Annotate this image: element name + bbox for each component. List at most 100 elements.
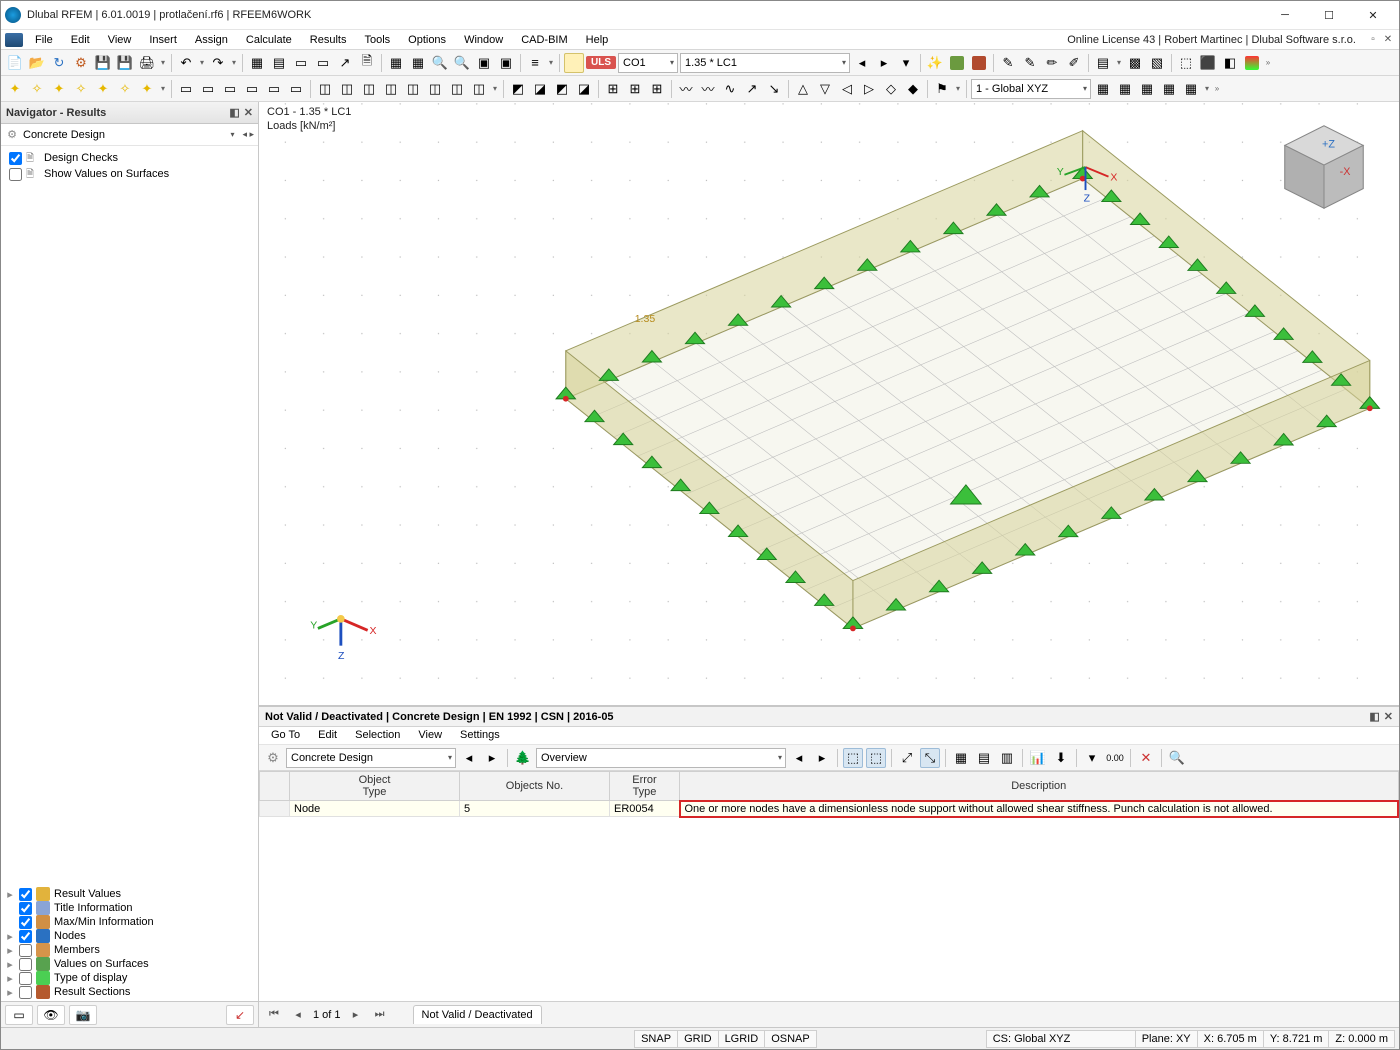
p5-icon[interactable]: ◫ [403, 79, 423, 99]
c3-icon[interactable]: ◁ [837, 79, 857, 99]
last-page-icon[interactable]: ⏭ [371, 1008, 389, 1021]
chart-icon[interactable]: 📊 [1028, 748, 1048, 768]
menu-tools[interactable]: Tools [356, 32, 398, 48]
check-members[interactable] [19, 944, 32, 957]
star-icon[interactable]: ✦ [5, 79, 25, 99]
sc-icon[interactable]: ▭ [220, 79, 240, 99]
camera-icon[interactable]: 📷 [69, 1005, 97, 1025]
uls-badge[interactable]: ULS [586, 56, 616, 69]
hatch2-icon[interactable]: ▧ [1147, 53, 1167, 73]
m4-icon[interactable]: ◪ [574, 79, 594, 99]
p2-icon[interactable]: ◫ [337, 79, 357, 99]
cbox-icon[interactable] [564, 53, 584, 73]
p8-icon[interactable]: ◫ [469, 79, 489, 99]
menu-results[interactable]: Results [302, 32, 355, 48]
menu-window[interactable]: Window [456, 32, 511, 48]
expand-icon[interactable]: ▸ [5, 888, 15, 901]
menu-assign[interactable]: Assign [187, 32, 236, 48]
cube3-icon[interactable]: ◧ [1220, 53, 1240, 73]
cube-icon[interactable]: ⬚ [1176, 53, 1196, 73]
fit2-icon[interactable]: ⤡ [920, 748, 940, 768]
close-lower-icon[interactable]: ✕ [1384, 710, 1393, 723]
p7-icon[interactable]: ◫ [447, 79, 467, 99]
fit1-icon[interactable]: ⤢ [897, 748, 917, 768]
mdi-restore-icon[interactable]: ▫ [1366, 33, 1380, 47]
dz2-icon[interactable]: ▣ [496, 53, 516, 73]
next-page-icon[interactable]: ▸ [347, 1008, 365, 1021]
star7-icon[interactable]: ✦ [137, 79, 157, 99]
m1-icon[interactable]: ◩ [508, 79, 528, 99]
se-icon[interactable]: ▭ [264, 79, 284, 99]
sf-icon[interactable]: ▭ [286, 79, 306, 99]
table-row[interactable]: Node 5 ER0054 One or more nodes have a d… [260, 801, 1399, 817]
m3-icon[interactable]: ◩ [552, 79, 572, 99]
star2-icon[interactable]: ✧ [27, 79, 47, 99]
grid-icon[interactable]: ▤ [269, 53, 289, 73]
snap-toggle[interactable]: SNAP [634, 1030, 678, 1048]
p3-icon[interactable]: ◫ [359, 79, 379, 99]
osnap-toggle[interactable]: OSNAP [764, 1030, 817, 1048]
p1-icon[interactable]: ◫ [315, 79, 335, 99]
menu-edit[interactable]: Edit [63, 32, 98, 48]
table-icon[interactable]: ▦ [247, 53, 267, 73]
sb-icon[interactable]: ▭ [198, 79, 218, 99]
viewport-3d[interactable]: CO1 - 1.35 * LC1 Loads [kN/m²] [259, 102, 1399, 705]
minimize-button[interactable]: ─ [1263, 1, 1307, 29]
calc2-icon[interactable]: ▦ [408, 53, 428, 73]
lower-menu-go-to[interactable]: Go To [263, 727, 308, 744]
refresh-icon[interactable]: ↻ [49, 53, 69, 73]
expand-icon[interactable]: ▸ [5, 944, 15, 957]
menu-options[interactable]: Options [400, 32, 454, 48]
dz-icon[interactable]: ▣ [474, 53, 494, 73]
cs2-icon[interactable]: ▦ [1115, 79, 1135, 99]
maximize-button[interactable]: ☐ [1307, 1, 1351, 29]
navigation-cube[interactable]: -X +Z [1275, 118, 1373, 216]
arrow-icon[interactable]: ↗ [742, 79, 762, 99]
check-type-of-display[interactable] [19, 972, 32, 985]
tab-not-valid[interactable]: Not Valid / Deactivated [413, 1005, 542, 1024]
load-expr-combo[interactable]: 1.35 * LC1▾ [680, 53, 850, 73]
tool-b-icon[interactable] [969, 53, 989, 73]
expand-icon[interactable]: ▸ [5, 972, 15, 985]
zoom2-icon[interactable]: 🔍 [452, 53, 472, 73]
overview-combo[interactable]: Overview▾ [536, 748, 786, 768]
out-icon[interactable]: ↗ [335, 53, 355, 73]
gear-icon[interactable]: ⚙ [71, 53, 91, 73]
c4-icon[interactable]: ▷ [859, 79, 879, 99]
hatch-icon[interactable]: ▩ [1125, 53, 1145, 73]
tb1-icon[interactable]: ▦ [951, 748, 971, 768]
nav-icon[interactable]: ▭ [291, 53, 311, 73]
load-case-combo[interactable]: CO1▾ [618, 53, 678, 73]
gt2-icon[interactable]: ⊞ [625, 79, 645, 99]
p6-icon[interactable]: ◫ [425, 79, 445, 99]
num-icon[interactable]: 0.00 [1105, 748, 1125, 768]
first-page-icon[interactable]: ⏮ [265, 1008, 283, 1021]
search-icon[interactable]: 🔍 [1167, 748, 1187, 768]
grid-toggle[interactable]: GRID [677, 1030, 719, 1048]
lgrid-toggle[interactable]: LGRID [718, 1030, 766, 1048]
results-table[interactable]: Object Type Objects No. Error Type Descr… [259, 771, 1399, 818]
gt1-icon[interactable]: ⊞ [603, 79, 623, 99]
check-nodes[interactable] [19, 930, 32, 943]
check-design-checks[interactable] [9, 152, 22, 165]
cs4-icon[interactable]: ▦ [1159, 79, 1179, 99]
edit-c-icon[interactable]: ✏ [1042, 53, 1062, 73]
sel2-icon[interactable]: ⬚ [866, 748, 886, 768]
eye-icon[interactable]: 👁 [37, 1005, 65, 1025]
oprev-icon[interactable]: ◂ [789, 748, 809, 768]
p4-icon[interactable]: ◫ [381, 79, 401, 99]
save-icon[interactable]: 💾 [93, 53, 113, 73]
check-result-values[interactable] [19, 888, 32, 901]
panel-icon[interactable]: ▭ [313, 53, 333, 73]
lprev-icon[interactable]: ◂ [459, 748, 479, 768]
menu-view[interactable]: View [100, 32, 140, 48]
calc-icon[interactable]: ▦ [386, 53, 406, 73]
prev-icon[interactable]: ◂ [852, 53, 872, 73]
c6-icon[interactable]: ◆ [903, 79, 923, 99]
expand-icon[interactable]: ▸ [5, 930, 15, 943]
check-show-values-on-surfaces[interactable] [9, 168, 22, 181]
dock-icon[interactable]: ◧ [1369, 710, 1379, 723]
c1-icon[interactable]: △ [793, 79, 813, 99]
sa-icon[interactable]: ▭ [176, 79, 196, 99]
next-icon[interactable]: ▸ [874, 53, 894, 73]
